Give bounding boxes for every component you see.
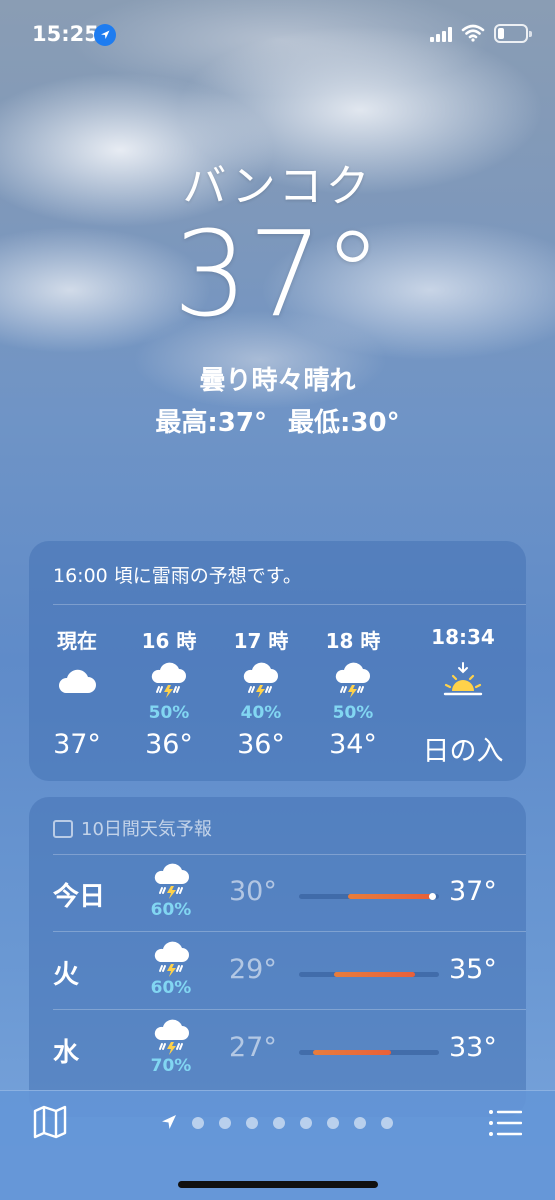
hour-item: 18:34 日の入 (415, 625, 511, 768)
daily-header: 10日間天気予報 (53, 815, 212, 841)
status-time: 15:25 (32, 22, 99, 46)
map-icon[interactable] (32, 1105, 68, 1139)
hour-pop: 40% (240, 703, 282, 723)
hour-pop (29, 703, 125, 723)
weather-alert-text: 16:00 頃に雷雨の予想です。 (53, 565, 302, 587)
day-pop: 60% (150, 978, 192, 998)
day-low: 27° (229, 1032, 277, 1063)
day-high: 35° (449, 954, 497, 985)
day-high: 37° (449, 876, 497, 907)
temp-range-fill (313, 1050, 392, 1055)
thunderstorm-icon (147, 1016, 197, 1058)
cellular-signal-icon (430, 26, 456, 42)
battery-icon (494, 24, 532, 43)
hour-label: 16 時 (141, 629, 197, 653)
wifi-icon (461, 24, 485, 46)
calendar-icon (53, 820, 73, 838)
day-name: 火 (53, 960, 80, 990)
daily-header-label: 10日間天気予報 (81, 819, 212, 840)
low-temp: 最低:30° (288, 408, 400, 438)
day-pop: 60% (150, 900, 192, 920)
hour-temp: 37° (53, 729, 101, 760)
hour-item: 現在 37° (29, 625, 125, 760)
thunderstorm-icon (305, 659, 401, 703)
hour-temp: 36° (237, 729, 285, 760)
temp-range-bar (299, 972, 439, 977)
status-bar: 15:25 (0, 0, 555, 70)
page-dot[interactable] (300, 1117, 312, 1129)
hour-temp: 34° (329, 729, 377, 760)
hour-pop: 50% (332, 703, 374, 723)
card-divider (53, 604, 526, 605)
day-row[interactable]: 水 70% 27° 33° (29, 1010, 526, 1088)
cloud-icon (29, 659, 125, 703)
high-low-temps: 最高:37° 最低:30° (0, 402, 555, 439)
hour-item: 18 時 50% 34° (305, 625, 401, 760)
condition-text: 曇り時々晴れ (199, 366, 356, 396)
high-temp: 最高:37° (155, 408, 267, 438)
page-dot[interactable] (246, 1117, 258, 1129)
sunset-icon (415, 659, 511, 703)
day-row[interactable]: 火 60% 29° 35° (29, 932, 526, 1010)
list-icon[interactable] (488, 1109, 523, 1137)
current-temp-dot (429, 893, 436, 900)
home-indicator (178, 1181, 378, 1188)
thunderstorm-icon (213, 659, 309, 703)
ten-day-forecast-card[interactable]: 10日間天気予報 今日 60% 30° 37° 火 60% 29° 35° 水 … (29, 797, 526, 1117)
page-dot[interactable] (327, 1117, 339, 1129)
page-dot[interactable] (273, 1117, 285, 1129)
current-location-arrow-icon[interactable] (160, 1113, 178, 1135)
day-low: 29° (229, 954, 277, 985)
thunderstorm-icon (121, 659, 217, 703)
hourly-forecast-card[interactable]: 16:00 頃に雷雨の予想です。 現在 37° 16 時 50% 36° 17 … (29, 541, 526, 781)
current-temperature: 37° (172, 205, 383, 343)
hour-label: 18:34 (431, 625, 495, 649)
hour-label: 17 時 (233, 629, 289, 653)
hour-label: 18 時 (325, 629, 381, 653)
temp-range-fill (334, 972, 416, 977)
bottom-toolbar (0, 1090, 555, 1200)
hour-item: 16 時 50% 36° (121, 625, 217, 760)
temp-range-bar (299, 1050, 439, 1055)
temp-range-fill (348, 894, 432, 899)
day-name: 今日 (53, 882, 106, 912)
day-pop: 70% (150, 1056, 192, 1076)
day-low: 30° (229, 876, 277, 907)
page-dot[interactable] (219, 1117, 231, 1129)
day-name: 水 (53, 1038, 80, 1068)
day-row[interactable]: 今日 60% 30° 37° (29, 854, 526, 932)
page-dot[interactable] (354, 1117, 366, 1129)
hour-item: 17 時 40% 36° (213, 625, 309, 760)
hour-temp: 日の入 (422, 736, 504, 767)
location-services-icon (94, 24, 116, 46)
temp-range-bar (299, 893, 439, 900)
thunderstorm-icon (147, 860, 197, 902)
hour-temp: 36° (145, 729, 193, 760)
page-dot[interactable] (192, 1117, 204, 1129)
page-dot[interactable] (381, 1117, 393, 1129)
hour-pop (415, 703, 511, 723)
day-high: 33° (449, 1032, 497, 1063)
hour-pop: 50% (148, 703, 190, 723)
hour-label: 現在 (57, 629, 97, 653)
thunderstorm-icon (147, 938, 197, 980)
